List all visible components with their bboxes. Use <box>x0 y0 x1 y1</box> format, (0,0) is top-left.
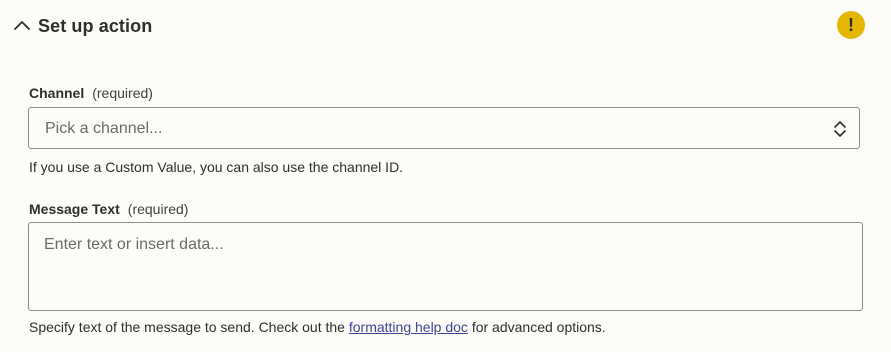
warning-icon: ! <box>837 11 865 39</box>
message-help-before: Specify text of the message to send. Che… <box>29 319 349 335</box>
message-text-input[interactable]: Enter text or insert data... <box>28 222 863 311</box>
channel-select-placeholder: Pick a channel... <box>45 120 163 137</box>
channel-label-text: Channel <box>29 85 85 101</box>
channel-help-text: If you use a Custom Value, you can also … <box>29 159 404 175</box>
message-help-text: Specify text of the message to send. Che… <box>29 318 606 336</box>
channel-label: Channel (required) <box>29 84 153 102</box>
channel-select[interactable]: Pick a channel... <box>28 107 860 149</box>
message-label-text: Message Text <box>29 201 120 217</box>
message-label: Message Text (required) <box>29 200 188 218</box>
message-text-placeholder: Enter text or insert data... <box>44 236 224 253</box>
channel-required-text: (required) <box>92 85 153 101</box>
formatting-help-link[interactable]: formatting help doc <box>349 319 468 335</box>
section-header[interactable]: Set up action ! <box>0 0 891 52</box>
message-required-text: (required) <box>127 201 189 217</box>
section-title: Set up action <box>38 16 153 36</box>
updown-chevron-icon <box>833 120 847 138</box>
chevron-up-icon[interactable] <box>12 16 32 36</box>
message-help-after: for advanced options. <box>467 319 606 335</box>
